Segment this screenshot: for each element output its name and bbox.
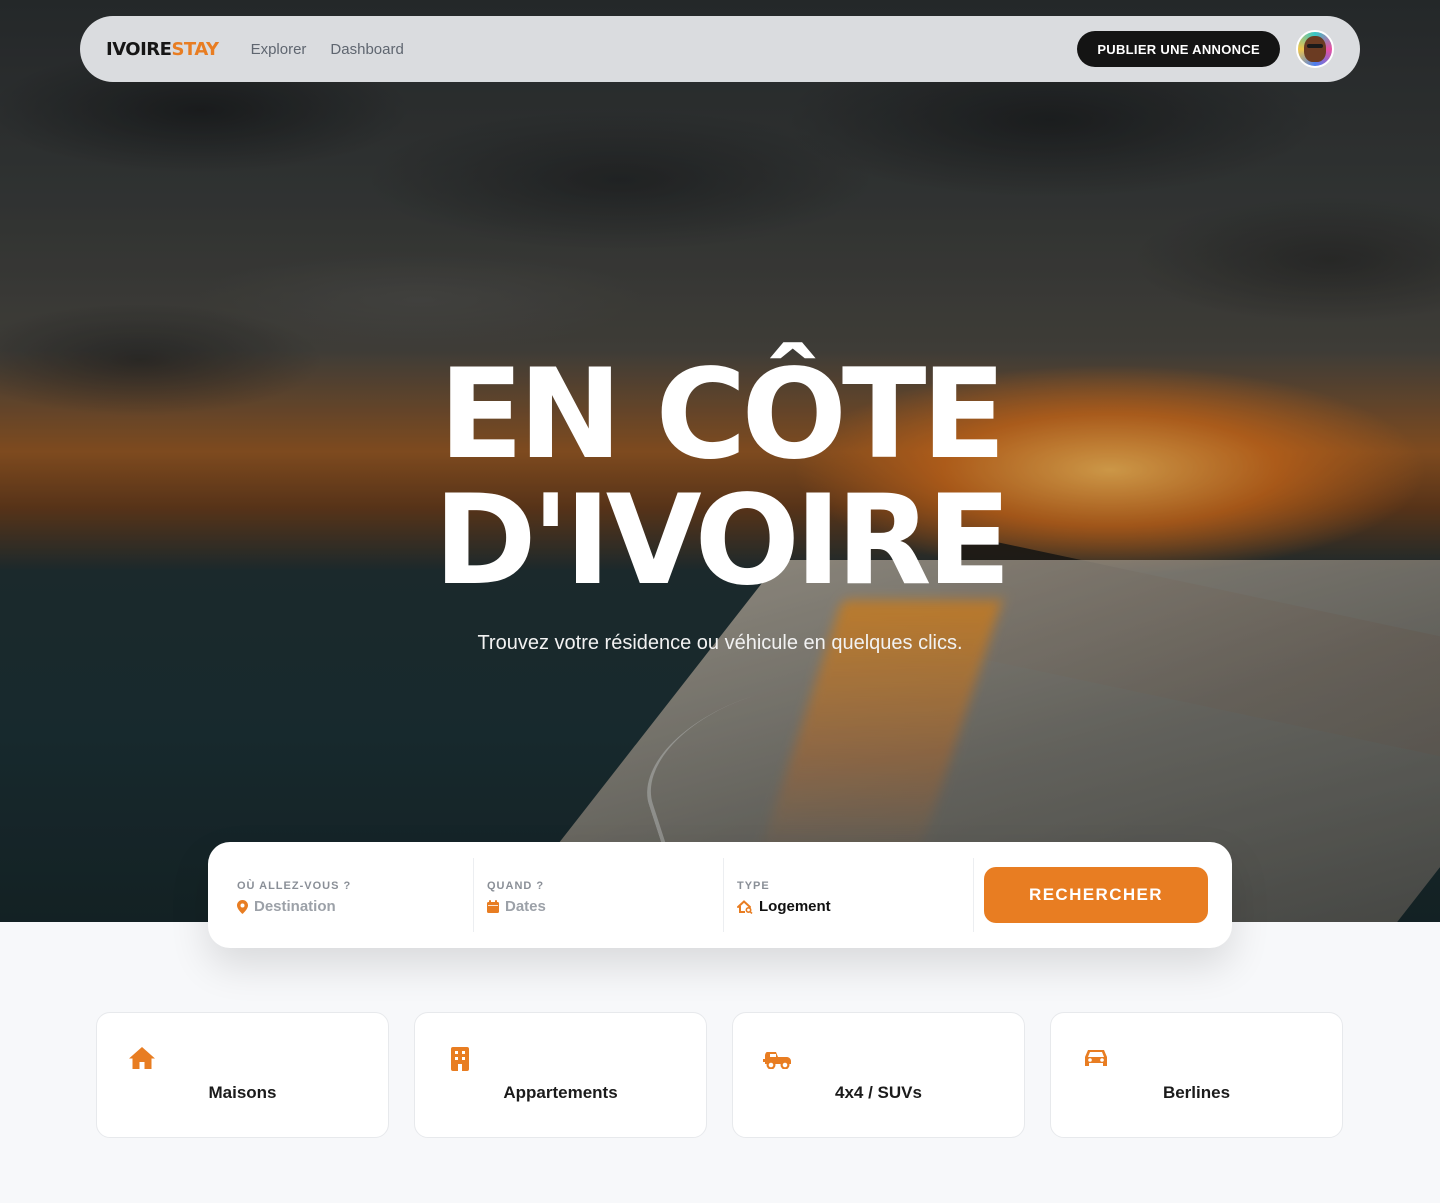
user-avatar[interactable]	[1296, 30, 1334, 68]
nav-links: Explorer Dashboard	[251, 41, 404, 58]
map-pin-icon	[237, 899, 248, 914]
search-field-destination[interactable]: OÙ ALLEZ-VOUS ? Destination	[224, 858, 474, 932]
hero-title: EN CÔTE D'IVOIRE	[0, 352, 1440, 604]
brand-logo-part-2: STAY	[171, 38, 219, 60]
nav-link-explorer[interactable]: Explorer	[251, 41, 307, 58]
destination-label: OÙ ALLEZ-VOUS ?	[237, 880, 352, 892]
category-card-maisons[interactable]: Maisons	[96, 1012, 389, 1138]
category-card-appartements[interactable]: Appartements	[414, 1012, 707, 1138]
top-navbar: IVOIRE STAY Explorer Dashboard PUBLIER U…	[80, 16, 1360, 82]
search-button[interactable]: RECHERCHER	[984, 867, 1208, 923]
search-bar: OÙ ALLEZ-VOUS ? Destination QUAND ? Date…	[208, 842, 1232, 948]
truck-icon	[763, 1043, 793, 1073]
category-label: 4x4 / SUVs	[835, 1083, 922, 1102]
brand-logo[interactable]: IVOIRE STAY	[106, 39, 219, 60]
house-icon	[127, 1043, 157, 1073]
calendar-icon	[487, 900, 499, 913]
hero-title-line-1: EN CÔTE	[438, 343, 1006, 487]
category-label: Maisons	[208, 1083, 277, 1102]
category-label: Appartements	[503, 1083, 618, 1102]
type-value[interactable]: Logement	[737, 898, 973, 915]
search-field-type[interactable]: TYPE Logement	[724, 858, 974, 932]
dates-label: QUAND ?	[487, 880, 545, 892]
category-card-berlines[interactable]: Berlines	[1050, 1012, 1343, 1138]
destination-value[interactable]: Destination	[237, 898, 473, 915]
dates-input[interactable]: Dates	[505, 898, 546, 915]
category-list: Maisons Appartements 4x4 / SUVs Berlines	[96, 1012, 1344, 1138]
hero-section: EN CÔTE D'IVOIRE Trouvez votre résidence…	[0, 0, 1440, 922]
category-label: Berlines	[1162, 1083, 1231, 1102]
type-select[interactable]: Logement	[759, 898, 831, 915]
category-card-suvs[interactable]: 4x4 / SUVs	[732, 1012, 1025, 1138]
car-icon	[1081, 1043, 1111, 1073]
publish-listing-button[interactable]: PUBLIER UNE ANNONCE	[1077, 31, 1280, 67]
search-field-dates[interactable]: QUAND ? Dates	[474, 858, 724, 932]
brand-logo-part-1: IVOIRE	[106, 38, 172, 60]
type-label: TYPE	[737, 880, 770, 892]
building-icon	[445, 1043, 475, 1073]
dates-value[interactable]: Dates	[487, 898, 723, 915]
avatar-face-icon	[1304, 36, 1326, 62]
hero-title-line-2: D'IVOIRE	[433, 469, 1012, 613]
hero-subtitle: Trouvez votre résidence ou véhicule en q…	[477, 632, 963, 654]
destination-input[interactable]: Destination	[254, 898, 336, 915]
nav-link-dashboard[interactable]: Dashboard	[330, 41, 403, 58]
house-search-icon	[737, 899, 753, 914]
